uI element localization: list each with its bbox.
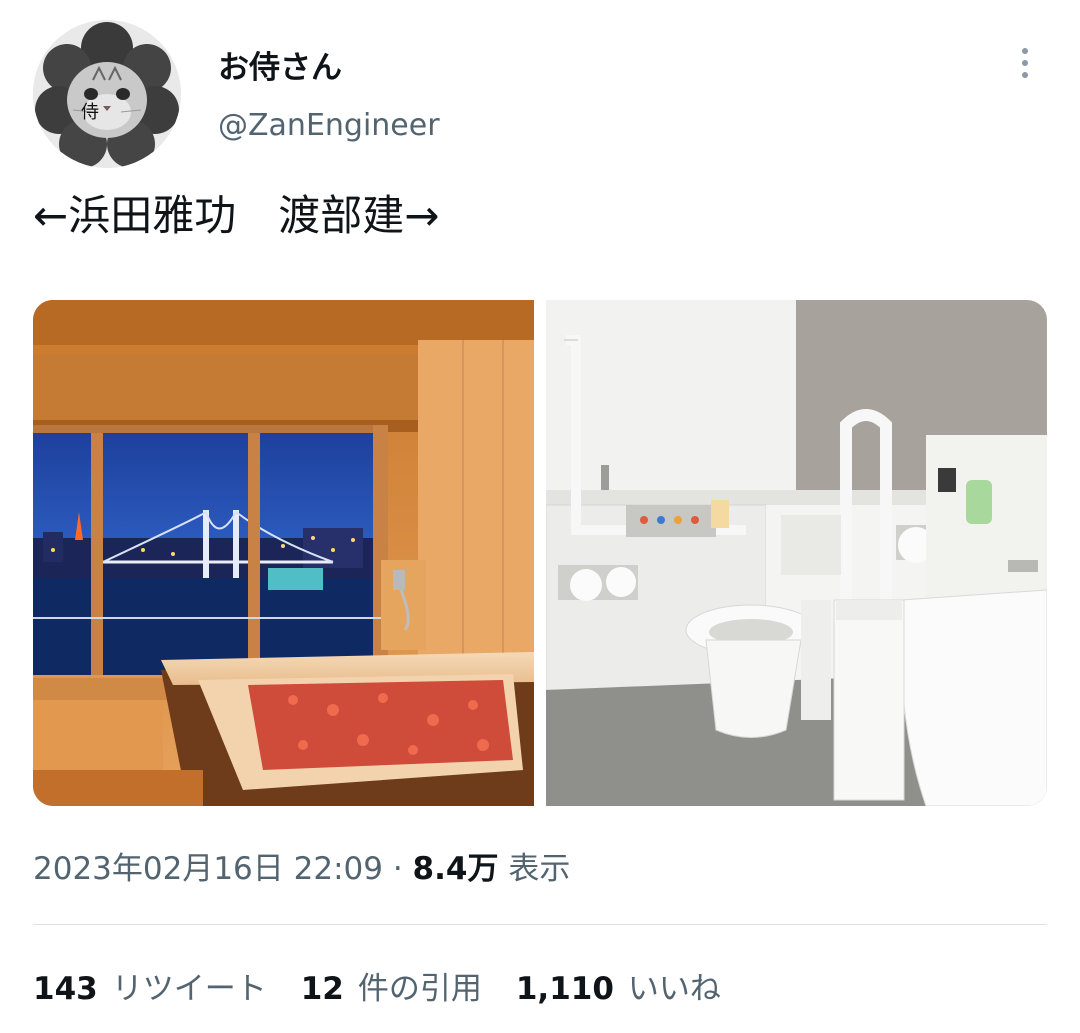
avatar-cat-image: 侍 bbox=[33, 20, 181, 168]
views-label: 表示 bbox=[498, 851, 571, 887]
avatar-badge: 侍 bbox=[81, 102, 99, 123]
likes-count: 1,110 bbox=[515, 971, 614, 1007]
tweet-photo-1[interactable] bbox=[33, 300, 534, 806]
quotes-stat[interactable]: 12 件の引用 bbox=[301, 966, 482, 1012]
meta-separator: · bbox=[382, 851, 413, 887]
likes-label: いいね bbox=[627, 971, 721, 1007]
vertical-ellipsis-icon bbox=[1022, 48, 1028, 54]
tweet-meta: 2023年02月16日 22:09 · 8.4万 表示 bbox=[33, 846, 570, 892]
hotel-bathroom-photo bbox=[33, 300, 534, 806]
user-handle[interactable]: @ZanEngineer bbox=[218, 106, 440, 146]
engagement-stats: 143 リツイート 12 件の引用 1,110 いいね bbox=[33, 966, 755, 1012]
views-count: 8.4万 bbox=[412, 851, 499, 887]
tweet-photo-2[interactable] bbox=[546, 300, 1047, 806]
retweets-label: リツイート bbox=[111, 971, 267, 1007]
timestamp[interactable]: 2023年02月16日 22:09 bbox=[33, 851, 383, 887]
tweet-text: ←浜田雅功 渡部建→ bbox=[33, 191, 440, 240]
retweets-count: 143 bbox=[33, 971, 98, 1007]
quotes-count: 12 bbox=[300, 971, 344, 1007]
quotes-label: 件の引用 bbox=[357, 971, 482, 1007]
retweets-stat[interactable]: 143 リツイート bbox=[33, 966, 267, 1012]
display-name[interactable]: お侍さん bbox=[218, 48, 342, 88]
accessible-toilet-photo bbox=[546, 300, 1047, 806]
avatar[interactable]: 侍 bbox=[33, 20, 181, 168]
more-options-button[interactable] bbox=[1004, 40, 1046, 86]
divider bbox=[33, 924, 1047, 925]
likes-stat[interactable]: 1,110 いいね bbox=[516, 966, 721, 1012]
